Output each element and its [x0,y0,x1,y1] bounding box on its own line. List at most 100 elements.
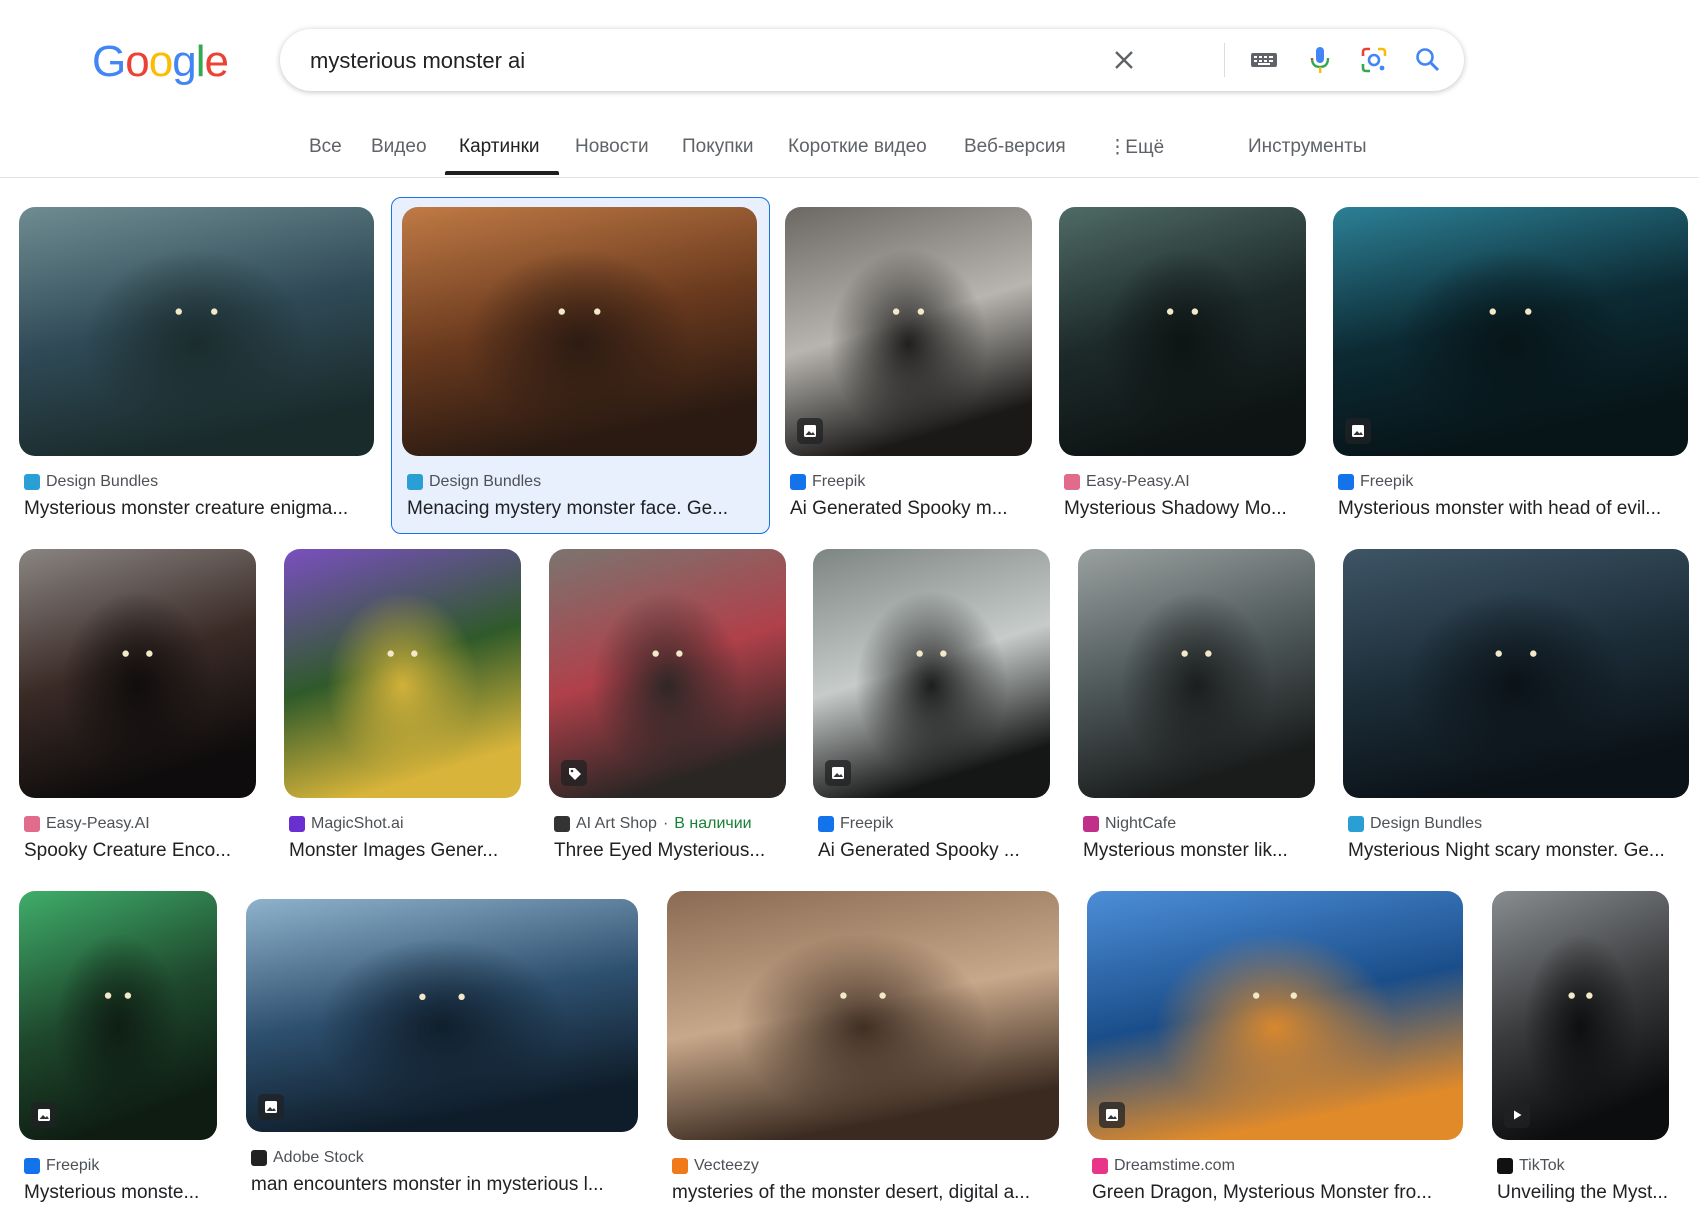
result-thumbnail[interactable] [1087,891,1463,1140]
more-vert-icon: ⋮ [1108,137,1127,158]
result-source[interactable]: Easy-Peasy.AI [24,815,150,833]
monster-silhouette [1154,933,1396,1123]
result-title[interactable]: Unveiling the Myst... [1497,1182,1669,1204]
monster-silhouette [1405,591,1627,781]
result-title[interactable]: Ai Generated Spooky ... [818,840,1050,862]
monster-silhouette [737,933,989,1123]
tools-button[interactable]: Инструменты [1248,136,1366,158]
result-source[interactable]: Freepik [1338,473,1413,491]
tab-all[interactable]: Все [309,136,342,158]
tab-videos[interactable]: Видео [371,136,427,158]
image-result[interactable]: Freepik Mysterious monste... [19,891,217,1226]
voice-search-button[interactable] [1302,42,1338,78]
image-icon [1099,1102,1125,1128]
image-result[interactable]: Freepik Ai Generated Spooky ... [813,549,1050,884]
image-result[interactable]: Easy-Peasy.AI Spooky Creature Enco... [19,549,256,884]
result-source[interactable]: Easy-Peasy.AI [1064,473,1190,491]
google-logo[interactable]: Google [92,37,229,86]
result-thumbnail[interactable] [785,207,1032,456]
result-source[interactable]: Dreamstime.com [1092,1157,1235,1175]
logo-letter: o [148,37,174,86]
result-title[interactable]: Mysterious Night scary monster. Ge... [1348,840,1689,862]
image-result[interactable]: Design Bundles Menacing mystery monster f… [402,207,757,542]
image-result[interactable]: TikTok Unveiling the Myst... [1492,891,1669,1226]
source-name: MagicShot.ai [311,815,404,832]
image-result[interactable]: Design Bundles Mysterious monster creatur… [19,207,374,542]
monster-eye [558,308,565,315]
result-thumbnail[interactable] [284,549,521,798]
tab-shopping[interactable]: Покупки [682,136,753,158]
clear-search-button[interactable] [1106,42,1142,78]
result-thumbnail[interactable] [19,891,217,1140]
image-result[interactable]: Freepik Ai Generated Spooky m... [785,207,1032,542]
result-title[interactable]: Mysterious monster creature enigma... [24,498,374,520]
result-title[interactable]: Ai Generated Spooky m... [790,498,1032,520]
search-button[interactable] [1410,42,1446,78]
image-result[interactable]: Vecteezy mysteries of the monster desert,… [667,891,1059,1226]
image-result[interactable]: Easy-Peasy.AI Mysterious Shadowy Mo... [1059,207,1306,542]
image-search-button[interactable] [1356,42,1392,78]
result-title[interactable]: Mysterious Shadowy Mo... [1064,498,1306,520]
search-box[interactable] [280,29,1464,93]
image-result[interactable]: MagicShot.ai Monster Images Gener... [284,549,521,884]
result-title[interactable]: Three Eyed Mysterious... [554,840,786,862]
result-title[interactable]: Menacing mystery monster face. Ge... [407,498,757,520]
result-thumbnail[interactable] [19,549,256,798]
tab-more[interactable]: ⋮ Ещё [1108,136,1164,159]
result-thumbnail[interactable] [1492,891,1669,1140]
result-thumbnail[interactable] [19,207,374,456]
source-name: Design Bundles [429,473,542,490]
result-source[interactable]: MagicShot.ai [289,815,404,833]
keyboard-button[interactable] [1246,42,1282,78]
result-source[interactable]: Freepik [818,815,893,833]
tab-news[interactable]: Новости [575,136,649,158]
result-thumbnail[interactable] [1078,549,1315,798]
monster-eye [917,308,925,315]
result-source[interactable]: TikTok [1497,1157,1565,1175]
result-source[interactable]: Design Bundles [407,473,541,491]
source-name: Easy-Peasy.AI [1086,473,1190,490]
result-thumbnail[interactable] [1059,207,1306,456]
result-title[interactable]: Mysterious monster lik... [1083,840,1315,862]
result-source[interactable]: Adobe Stock [251,1149,364,1167]
monster-eye [1181,650,1188,657]
result-source[interactable]: AI Art Shop · В наличии [554,815,752,833]
result-title[interactable]: Mysterious monster with head of evil... [1338,498,1688,520]
image-result[interactable]: AI Art Shop · В наличии Three Eyed Mysterio… [549,549,786,884]
result-title[interactable]: Monster Images Gener... [289,840,521,862]
tab-images[interactable]: Картинки [459,136,540,158]
image-result[interactable]: Freepik Mysterious monster with head of e… [1333,207,1688,542]
result-title[interactable]: mysteries of the monster desert, digital… [672,1182,1059,1204]
result-thumbnail[interactable] [402,207,757,456]
result-source[interactable]: NightCafe [1083,815,1176,833]
source-name: TikTok [1519,1157,1565,1174]
result-source[interactable]: Freepik [790,473,865,491]
result-source[interactable]: Vecteezy [672,1157,759,1175]
result-thumbnail[interactable] [246,899,638,1132]
result-thumbnail[interactable] [1333,207,1688,456]
dreamstime-favicon-icon [1092,1158,1108,1174]
result-title[interactable]: Green Dragon, Mysterious Monster fro... [1092,1182,1463,1204]
result-title[interactable]: Spooky Creature Enco... [24,840,256,862]
image-result[interactable]: Design Bundles Mysterious Night scary mon… [1343,549,1689,884]
result-thumbnail[interactable] [667,891,1059,1140]
result-thumbnail[interactable] [549,549,786,798]
tab-web[interactable]: Веб-версия [964,136,1066,158]
tab-more-label: Ещё [1125,137,1165,158]
image-result[interactable]: Adobe Stock man encounters monster in mys… [246,899,638,1218]
result-source[interactable]: Design Bundles [1348,815,1482,833]
design-bundles-favicon-icon [1348,816,1364,832]
result-title[interactable]: man encounters monster in mysterious l..… [251,1174,638,1196]
tab-short-videos[interactable]: Короткие видео [788,136,927,158]
result-source[interactable]: Design Bundles [24,473,158,491]
design-bundles-favicon-icon [407,474,423,490]
stock-status: В наличии [674,815,752,832]
search-input[interactable] [308,29,1192,93]
result-source[interactable]: Freepik [24,1157,99,1175]
result-thumbnail[interactable] [813,549,1050,798]
image-result[interactable]: Dreamstime.com Green Dragon, Mysterious M… [1087,891,1463,1226]
monster-silhouette [316,938,568,1116]
image-result[interactable]: NightCafe Mysterious monster lik... [1078,549,1315,884]
result-thumbnail[interactable] [1343,549,1689,798]
result-title[interactable]: Mysterious monste... [24,1182,217,1204]
